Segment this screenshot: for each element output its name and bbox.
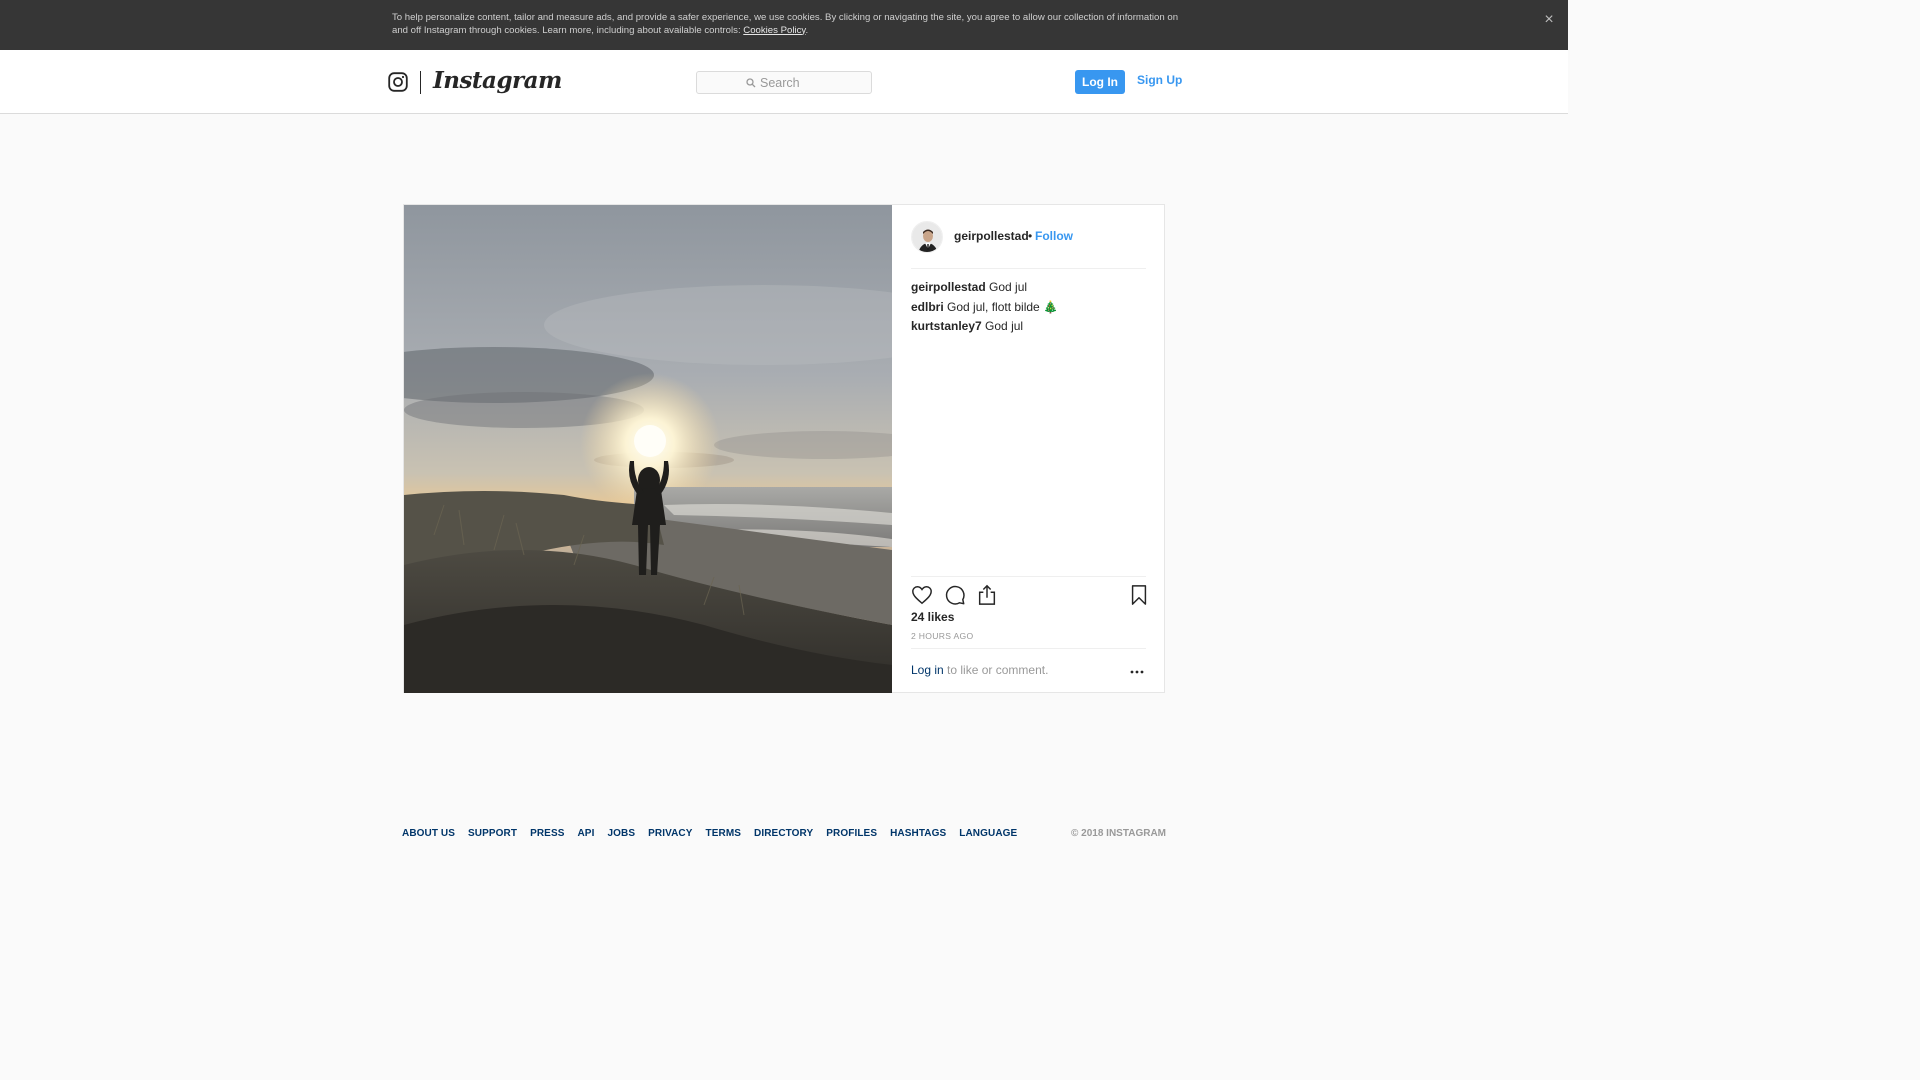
comment-item: kurtstanley7 God jul [911, 317, 1146, 337]
comment-text: God jul [985, 319, 1024, 333]
instagram-wordmark[interactable]: Instagram [433, 66, 562, 96]
post-card: geirpollestad • Follow geirpollestad God… [403, 204, 1165, 693]
comment-list: geirpollestad God jul edlbri God jul, fl… [911, 278, 1146, 337]
avatar[interactable] [911, 221, 943, 253]
footer-link-about-us[interactable]: ABOUT US [402, 828, 455, 839]
divider [911, 268, 1146, 269]
comment-author[interactable]: edlbri [911, 300, 944, 314]
share-icon[interactable] [976, 584, 998, 606]
footer-link-directory[interactable]: DIRECTORY [754, 828, 813, 839]
search-input[interactable] [760, 75, 822, 90]
post-actions [911, 584, 1151, 606]
separator-dot: • [1028, 229, 1033, 243]
cookie-banner: To help personalize content, tailor and … [0, 0, 1568, 50]
instagram-camera-icon[interactable] [388, 72, 408, 92]
divider [911, 576, 1146, 577]
footer-link-jobs[interactable]: JOBS [607, 828, 635, 839]
cookie-text: To help personalize content, tailor and … [392, 12, 1182, 37]
cookie-trailing: . [805, 24, 809, 36]
comment-author[interactable]: kurtstanley7 [911, 319, 982, 333]
comment-icon[interactable] [944, 584, 966, 606]
copyright: © 2018 INSTAGRAM [1071, 828, 1166, 839]
footer-link-profiles[interactable]: PROFILES [826, 828, 877, 839]
comment-text: God jul, flott bilde 🎄 [947, 299, 1059, 314]
footer-nav: ABOUT US SUPPORT PRESS API JOBS PRIVACY … [402, 828, 1030, 839]
login-link[interactable]: Log in [911, 663, 944, 677]
close-icon[interactable]: × [1541, 12, 1557, 28]
top-navigation: Instagram Log In Sign Up [0, 50, 1568, 114]
login-prompt: Log in to like or comment. [911, 663, 1048, 677]
login-button[interactable]: Log In [1075, 70, 1125, 94]
more-icon[interactable] [1129, 663, 1145, 679]
post-username[interactable]: geirpollestad [954, 229, 1029, 243]
heart-icon[interactable] [911, 584, 933, 606]
post-photo[interactable] [404, 205, 892, 693]
comment-text: God jul [989, 280, 1028, 294]
search-icon [746, 77, 756, 87]
logo-divider [420, 71, 421, 94]
bookmark-icon[interactable] [1128, 584, 1150, 606]
footer-link-press[interactable]: PRESS [530, 828, 564, 839]
likes-count[interactable]: 24 likes [911, 610, 954, 624]
footer-link-terms[interactable]: TERMS [706, 828, 742, 839]
comment-item: edlbri God jul, flott bilde 🎄 [911, 298, 1146, 318]
cookies-policy-link[interactable]: Cookies Policy [743, 25, 805, 36]
footer-link-support[interactable]: SUPPORT [468, 828, 517, 839]
footer-link-language[interactable]: LANGUAGE [959, 828, 1017, 839]
sunset-photo [404, 205, 892, 693]
post-timestamp: 2 HOURS AGO [911, 631, 974, 641]
footer: ABOUT US SUPPORT PRESS API JOBS PRIVACY … [402, 828, 1166, 842]
footer-link-hashtags[interactable]: HASHTAGS [890, 828, 946, 839]
post-side-panel: geirpollestad • Follow geirpollestad God… [892, 205, 1165, 692]
divider [911, 648, 1146, 649]
follow-button[interactable]: Follow [1035, 229, 1073, 243]
footer-link-privacy[interactable]: PRIVACY [648, 828, 692, 839]
signup-link[interactable]: Sign Up [1137, 73, 1182, 87]
footer-link-api[interactable]: API [577, 828, 594, 839]
comment-author[interactable]: geirpollestad [911, 280, 986, 294]
search-box[interactable] [696, 71, 872, 94]
login-prompt-text: to like or comment. [943, 663, 1049, 677]
comment-item: geirpollestad God jul [911, 278, 1146, 298]
